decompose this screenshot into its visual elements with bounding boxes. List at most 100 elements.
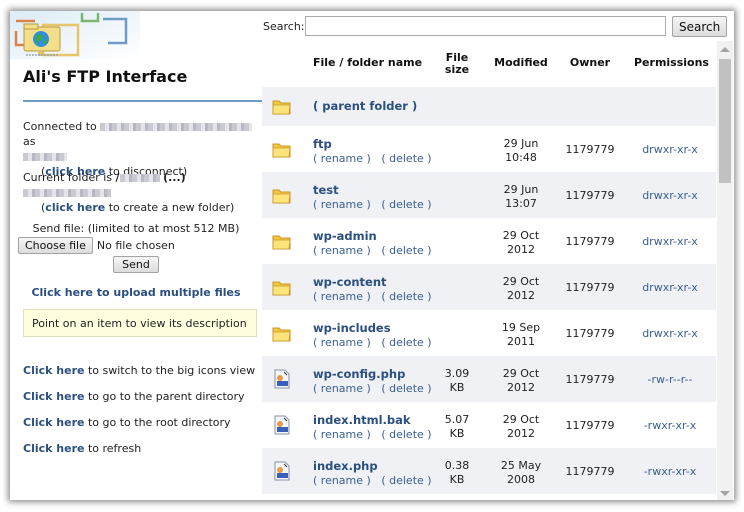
choose-file-button[interactable]: Choose file — [18, 237, 93, 254]
folder-icon — [272, 281, 291, 296]
table-header: File / folder name File size Modified Ow… — [262, 41, 716, 87]
table-row[interactable]: test( rename ) ( delete ) 29 Jun 13:07 1179… — [262, 172, 716, 218]
folder-icon — [272, 189, 291, 204]
rename-link[interactable]: ( rename ) — [313, 198, 371, 211]
connected-label: Connected to — [23, 120, 97, 133]
search-button[interactable]: Search — [672, 16, 728, 37]
upload-multiple-container: Click here to upload multiple files — [10, 286, 262, 299]
table-row[interactable]: index.php( rename ) ( delete ) 0.38 KB 25 M… — [262, 448, 716, 494]
delete-link[interactable]: ( delete ) — [381, 198, 431, 211]
nav-links: Click here to switch to the big icons vi… — [23, 364, 259, 468]
header-owner[interactable]: Owner — [560, 57, 620, 69]
table-row[interactable]: wp-admin( rename ) ( delete ) 29 Oct 2012 1… — [262, 218, 716, 264]
item-size: 0.38 KB — [437, 459, 477, 487]
table-row[interactable]: wp-config.php( rename ) ( delete ) 3.09 KB… — [262, 356, 716, 402]
item-modified: 29 Oct 2012 — [494, 229, 548, 257]
item-owner: 1179779 — [565, 189, 615, 202]
search-input[interactable] — [305, 16, 666, 36]
item-actions: ( rename ) ( delete ) — [313, 382, 432, 395]
current-folder-info: Current folder is / (...) (click here to… — [23, 170, 259, 215]
table-row[interactable]: wp-includes( rename ) ( delete ) 19 Sep 20… — [262, 310, 716, 356]
item-permissions[interactable]: -rwxr-xr-x — [634, 465, 706, 478]
table-row[interactable]: index.html.bak( rename ) ( delete ) 5.07 K… — [262, 402, 716, 448]
file-list: File / folder name File size Modified Ow… — [262, 41, 734, 500]
scroll-up-arrow-icon[interactable] — [720, 47, 730, 52]
item-permissions[interactable]: drwxr-xr-x — [634, 327, 706, 340]
item-owner: 1179779 — [565, 143, 615, 156]
item-actions: ( rename ) ( delete ) — [313, 428, 432, 441]
item-name-link[interactable]: wp-config.php — [313, 367, 405, 381]
header-permissions[interactable]: Permissions — [634, 57, 709, 69]
modified-date: 29 Jun — [503, 183, 539, 196]
refresh-link[interactable]: Click here — [23, 442, 84, 455]
item-permissions[interactable]: -rwxr-xr-x — [634, 419, 706, 432]
size-unit: KB — [449, 473, 465, 486]
nav-text: to switch to the big icons view — [87, 364, 256, 377]
parent-folder-row[interactable]: ( parent folder ) — [262, 87, 716, 126]
parent-dir-link[interactable]: Click here — [23, 390, 84, 403]
delete-link[interactable]: ( delete ) — [381, 474, 431, 487]
item-name-link[interactable]: wp-content — [313, 275, 387, 289]
delete-link[interactable]: ( delete ) — [381, 152, 431, 165]
rename-link[interactable]: ( rename ) — [313, 152, 371, 165]
scrollbar-thumb[interactable] — [719, 59, 731, 183]
root-dir-link[interactable]: Click here — [23, 416, 84, 429]
current-folder-label: Current folder is — [23, 171, 113, 184]
modified-date: 29 Oct — [502, 367, 540, 380]
rename-link[interactable]: ( rename ) — [313, 474, 371, 487]
size-unit: KB — [449, 427, 465, 440]
item-name-link[interactable]: ftp — [313, 137, 332, 151]
rename-link[interactable]: ( rename ) — [313, 244, 371, 257]
modified-time-or-year: 2011 — [507, 335, 535, 348]
header-modified[interactable]: Modified — [494, 57, 548, 69]
send-button[interactable]: Send — [113, 256, 159, 273]
table-row[interactable]: ftp( rename ) ( delete ) 29 Jun 10:48 11797… — [262, 126, 716, 172]
header-name[interactable]: File / folder name — [313, 57, 422, 69]
item-modified: 29 Jun 13:07 — [494, 183, 548, 211]
item-permissions[interactable]: drwxr-xr-x — [634, 143, 706, 156]
item-modified: 29 Oct 2012 — [494, 413, 548, 441]
php-file-icon — [274, 415, 290, 435]
item-name-link[interactable]: wp-admin — [313, 229, 377, 243]
redacted-folder-path — [23, 189, 111, 197]
connected-as-label: as — [23, 135, 36, 148]
folder-more-link[interactable]: (...) — [163, 171, 186, 184]
modified-date: 25 May — [500, 459, 542, 472]
ftp-window: Ali's FTP Interface Connected to as (cli… — [10, 11, 734, 500]
delete-link[interactable]: ( delete ) — [381, 336, 431, 349]
create-folder-link[interactable]: click here — [45, 201, 105, 214]
item-name-link[interactable]: index.php — [313, 459, 378, 473]
header-size[interactable]: File size — [437, 52, 477, 76]
item-permissions[interactable]: drwxr-xr-x — [634, 281, 706, 294]
nav-text: to go to the root directory — [87, 416, 231, 429]
folder-icon — [272, 235, 291, 250]
rename-link[interactable]: ( rename ) — [313, 382, 371, 395]
modified-time-or-year: 10:48 — [505, 151, 537, 164]
file-browser: Search: Search File / folder name File s… — [262, 11, 734, 500]
rename-link[interactable]: ( rename ) — [313, 336, 371, 349]
vertical-scrollbar[interactable] — [717, 41, 733, 500]
size-value: 0.38 — [444, 459, 470, 472]
modified-time-or-year: 13:07 — [505, 197, 537, 210]
item-permissions[interactable]: drwxr-xr-x — [634, 235, 706, 248]
item-name-link[interactable]: wp-includes — [313, 321, 391, 335]
rename-link[interactable]: ( rename ) — [313, 290, 371, 303]
delete-link[interactable]: ( delete ) — [381, 428, 431, 441]
redacted-host — [100, 123, 253, 131]
scroll-down-arrow-icon[interactable] — [720, 491, 730, 496]
item-name-link[interactable]: test — [313, 183, 339, 197]
parent-folder-link[interactable]: ( parent folder ) — [313, 99, 417, 113]
no-file-label: No file chosen — [96, 239, 175, 252]
upload-multiple-link[interactable]: Click here to upload multiple files — [31, 286, 240, 299]
big-icons-link[interactable]: Click here — [23, 364, 84, 377]
item-permissions[interactable]: -rw-r--r-- — [634, 373, 706, 386]
item-name-link[interactable]: index.html.bak — [313, 413, 411, 427]
delete-link[interactable]: ( delete ) — [381, 244, 431, 257]
item-permissions[interactable]: drwxr-xr-x — [634, 189, 706, 202]
table-row[interactable]: wp-content( rename ) ( delete ) 29 Oct 201… — [262, 264, 716, 310]
rename-link[interactable]: ( rename ) — [313, 428, 371, 441]
delete-link[interactable]: ( delete ) — [381, 290, 431, 303]
file-chooser: Choose file No file chosen — [10, 237, 262, 254]
nav-link-big-icons: Click here to switch to the big icons vi… — [23, 364, 259, 390]
delete-link[interactable]: ( delete ) — [381, 382, 431, 395]
